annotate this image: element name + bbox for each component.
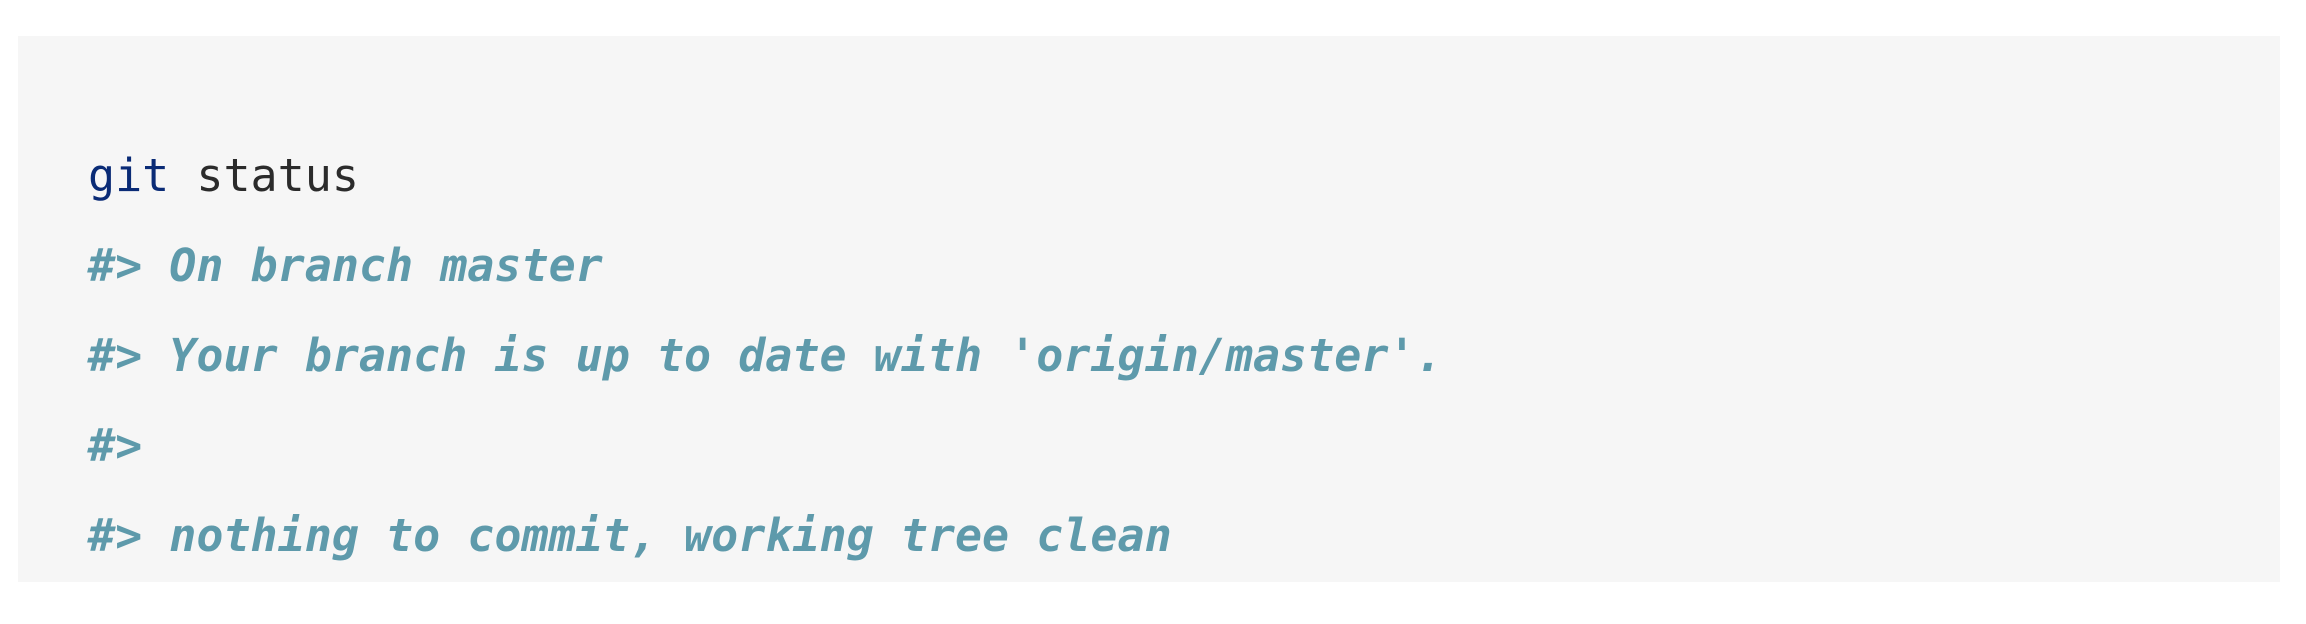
code-block: git status #> On branch master #> Your b… [18, 36, 2280, 582]
command-args: status [169, 149, 359, 202]
output-line: #> Your branch is up to date with 'origi… [88, 329, 1443, 382]
command-keyword: git [88, 149, 170, 202]
output-line: #> nothing to commit, working tree clean [88, 509, 1172, 562]
output-line: #> [88, 419, 143, 472]
command-line: git status [88, 131, 2280, 221]
output-line: #> On branch master [88, 239, 603, 292]
